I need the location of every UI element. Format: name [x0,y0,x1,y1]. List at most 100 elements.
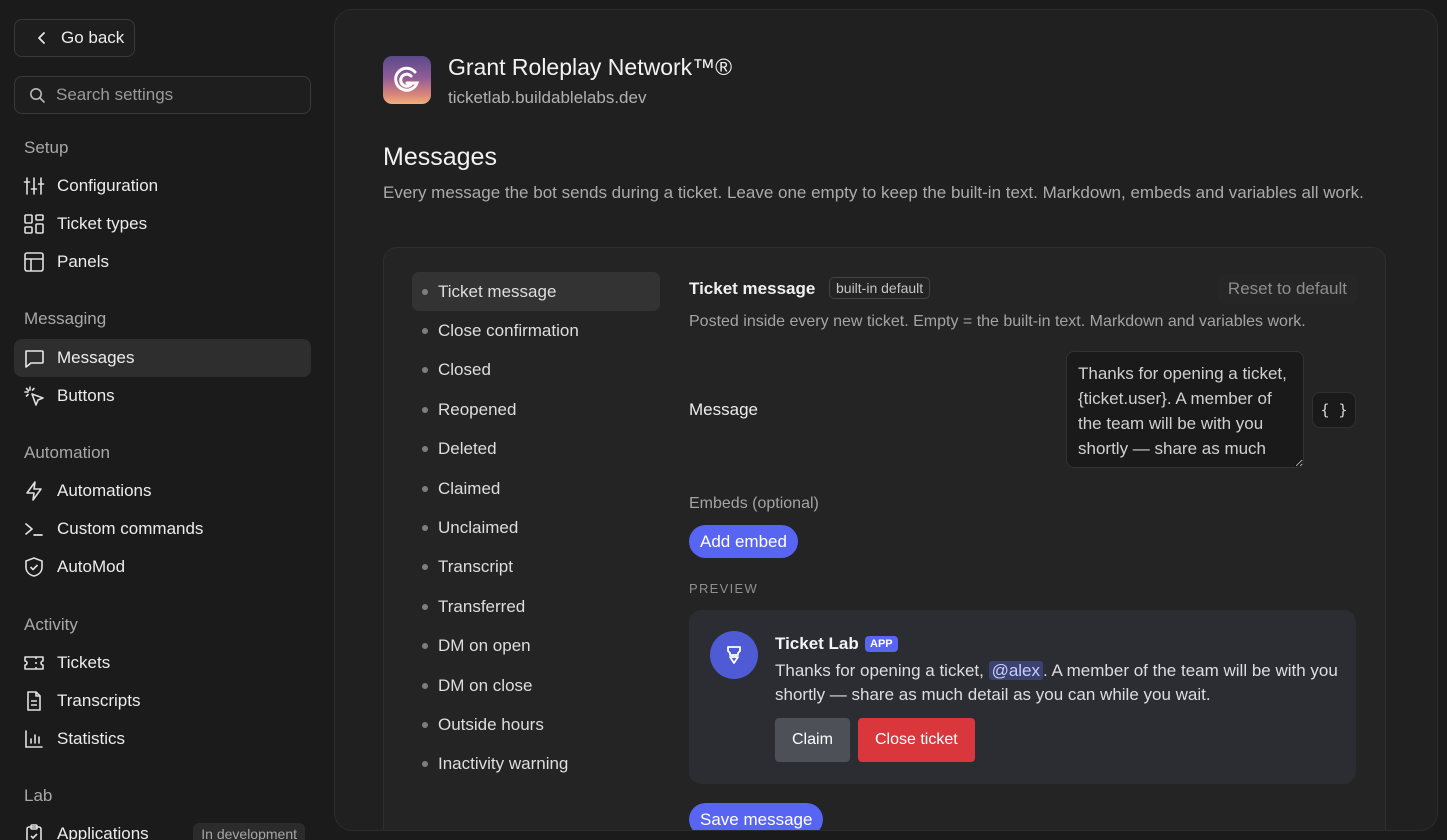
bullet-dot [422,643,428,650]
message-type-item[interactable]: Outside hours [412,705,660,744]
message-type-label: Ticket message [438,281,557,301]
preview-text-before: Thanks for opening a ticket, [775,661,989,680]
message-type-item[interactable]: Inactivity warning [412,745,660,784]
message-editor: Ticket message built-in default Reset to… [689,248,1357,830]
bullet-dot [422,603,428,610]
server-logo-icon [394,66,420,92]
sidebar-item-label: Messages [57,348,135,367]
bullet-dot [422,367,428,374]
sidebar-item-tickets[interactable]: Tickets [14,644,311,682]
go-back-button[interactable]: Go back [14,19,135,57]
page-description: Every message the bot sends during a tic… [383,183,1364,202]
message-type-label: Closed [438,360,491,380]
bullet-dot [422,328,428,335]
sidebar-item-panels[interactable]: Panels [14,243,311,281]
message-type-item[interactable]: Transferred [412,587,660,626]
sidebar-item-label: Transcripts [57,691,141,710]
app-tag: APP [865,636,898,652]
search-box[interactable] [14,76,311,114]
section-title-lab: Lab [24,786,53,805]
page-title: Messages [383,143,497,171]
message-type-label: Transcript [438,557,513,577]
save-message-button[interactable]: Save message [689,803,824,830]
sidebar: Go back Setup Configuration Ticket types… [0,0,326,840]
message-type-item[interactable]: Claimed [412,469,660,508]
ticket-icon [24,656,44,670]
sidebar-item-buttons[interactable]: Buttons [14,377,311,415]
file-text-icon [27,691,41,711]
message-textarea[interactable]: Thanks for opening a ticket, {ticket.use… [1066,351,1304,468]
message-type-label: DM on close [438,675,533,695]
message-type-item[interactable]: Unclaimed [412,508,660,547]
message-type-item[interactable]: Deleted [412,430,660,469]
close-ticket-button[interactable]: Close ticket [858,718,975,762]
bullet-dot [422,446,428,453]
message-type-label: Transferred [438,596,526,616]
sidebar-item-automations[interactable]: Automations [14,472,311,510]
section-title-setup: Setup [24,138,69,157]
lightning-icon [26,481,42,501]
message-type-item[interactable]: DM on close [412,666,660,705]
sidebar-item-custom-commands[interactable]: Custom commands [14,510,311,548]
sidebar-item-label: Configuration [57,176,159,195]
preview-label: PREVIEW [689,581,759,596]
message-type-label: Reopened [438,399,517,419]
grid-icon [24,214,44,234]
sidebar-item-label: Automations [57,481,152,500]
message-type-label: Deleted [438,439,497,459]
search-input[interactable] [56,85,296,105]
terminal-icon [25,523,43,536]
main-panel: Grant Roleplay Network™® ticketlab.build… [334,9,1438,831]
reset-to-default-button[interactable]: Reset to default [1217,274,1357,304]
sidebar-item-label: Statistics [57,729,126,748]
built-in-default-badge: built-in default [829,277,931,299]
message-type-item[interactable]: Close confirmation [412,311,660,350]
sidebar-item-label: Buttons [57,386,115,405]
messages-card: Ticket message Close confirmation Closed Re… [383,247,1386,830]
sliders-icon [23,177,45,195]
bot-avatar [710,631,758,679]
sidebar-item-statistics[interactable]: Statistics [14,720,311,758]
layout-icon [24,252,44,272]
message-label: Message [689,400,758,419]
insert-variable-button[interactable]: { } [1312,392,1356,428]
bullet-dot [422,288,428,295]
bullet-dot [422,564,428,571]
bullet-dot [422,761,428,768]
clipboard-icon [26,824,42,840]
bullet-dot [422,525,428,532]
add-embed-button[interactable]: Add embed [689,525,798,558]
sidebar-item-applications[interactable]: Applications In development [14,815,311,840]
sidebar-item-label: Tickets [57,653,111,672]
search-icon [30,87,45,103]
server-name: Grant Roleplay Network™® [448,54,733,80]
sidebar-item-label: Ticket types [57,214,148,233]
bullet-dot [422,485,428,492]
section-title-messaging: Messaging [24,309,107,328]
editor-description: Posted inside every new ticket. Empty = … [689,313,1306,330]
sidebar-item-transcripts[interactable]: Transcripts [14,682,311,720]
section-title-automation: Automation [24,443,110,462]
message-preview: Ticket Lab APP Thanks for opening a tick… [689,610,1356,784]
bullet-dot [422,406,428,413]
user-mention[interactable]: @alex [988,661,1044,680]
message-type-label: Close confirmation [438,321,579,341]
message-type-label: Inactivity warning [438,754,569,774]
message-type-label: Claimed [438,478,501,498]
shield-check-icon [25,557,43,577]
sidebar-item-messages[interactable]: Messages [14,339,311,377]
server-domain: ticketlab.buildablelabs.dev [448,88,647,107]
message-type-item[interactable]: Reopened [412,390,660,429]
message-type-item[interactable]: Closed [412,351,660,390]
sidebar-item-automod[interactable]: AutoMod [14,548,311,586]
message-type-item[interactable]: Ticket message [412,272,660,312]
message-type-label: DM on open [438,636,531,656]
ticket-lab-logo-icon [727,646,741,664]
message-type-item[interactable]: Transcript [412,548,660,587]
bar-chart-icon [25,730,43,748]
sidebar-item-ticket-types[interactable]: Ticket types [14,205,311,243]
message-square-icon [25,350,44,368]
sidebar-item-configuration[interactable]: Configuration [14,167,311,205]
claim-button[interactable]: Claim [775,718,850,762]
message-type-item[interactable]: DM on open [412,627,660,666]
